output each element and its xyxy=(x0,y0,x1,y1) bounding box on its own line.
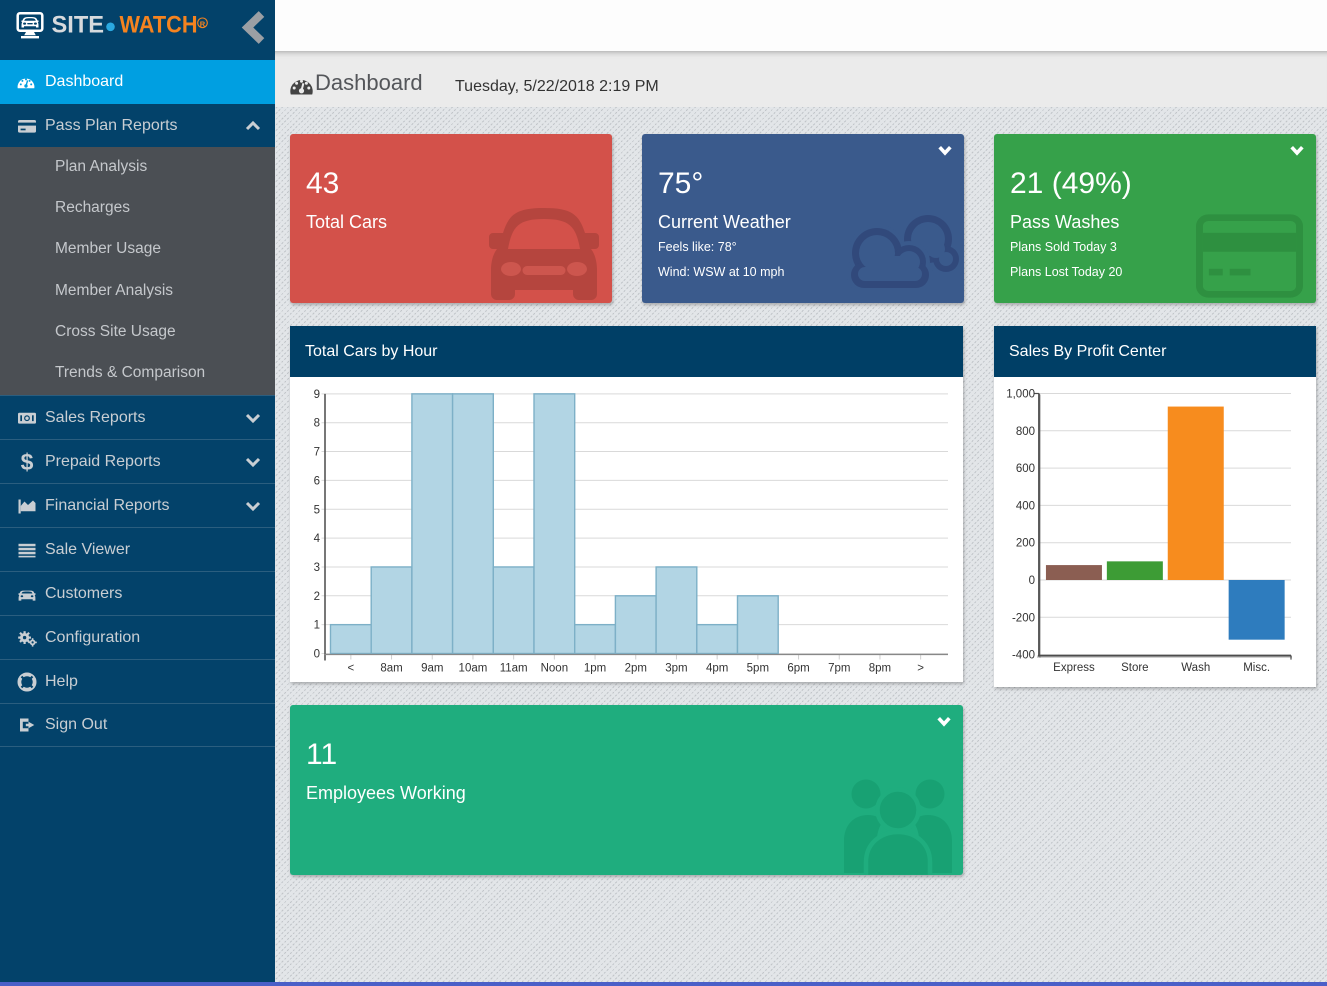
svg-text:2pm: 2pm xyxy=(625,663,647,675)
svg-text:600: 600 xyxy=(1016,463,1035,475)
svg-text:-400: -400 xyxy=(1012,650,1035,662)
svg-text:<: < xyxy=(347,663,354,675)
svg-text:1pm: 1pm xyxy=(584,663,606,675)
svg-text:7pm: 7pm xyxy=(828,663,850,675)
svg-text:1: 1 xyxy=(314,620,320,632)
svg-text:400: 400 xyxy=(1016,500,1035,512)
svg-text:0: 0 xyxy=(1029,575,1035,587)
svg-text:Store: Store xyxy=(1121,662,1149,674)
svg-text:1,000: 1,000 xyxy=(1006,389,1035,401)
svg-text:6: 6 xyxy=(314,475,320,487)
svg-text:>: > xyxy=(917,663,924,675)
svg-text:Express: Express xyxy=(1053,662,1095,674)
svg-text:2: 2 xyxy=(314,591,320,603)
svg-text:Noon: Noon xyxy=(541,663,569,675)
svg-text:5: 5 xyxy=(314,504,320,516)
svg-text:3: 3 xyxy=(314,562,320,574)
svg-text:8am: 8am xyxy=(380,663,402,675)
svg-text:7: 7 xyxy=(314,447,320,459)
svg-text:R: R xyxy=(200,19,206,28)
svg-text:SITE: SITE xyxy=(52,12,105,39)
svg-text:3pm: 3pm xyxy=(665,663,687,675)
svg-text:Wash: Wash xyxy=(1181,662,1210,674)
svg-text:6pm: 6pm xyxy=(787,663,809,675)
svg-text:800: 800 xyxy=(1016,426,1035,438)
svg-text:-200: -200 xyxy=(1012,612,1035,624)
svg-text:9: 9 xyxy=(314,389,320,401)
svg-text:5pm: 5pm xyxy=(747,663,769,675)
svg-text:4pm: 4pm xyxy=(706,663,728,675)
svg-text:200: 200 xyxy=(1016,538,1035,550)
svg-text:WATCH: WATCH xyxy=(120,12,198,39)
svg-text:8: 8 xyxy=(314,418,320,430)
svg-text:Misc.: Misc. xyxy=(1243,662,1270,674)
svg-text:11am: 11am xyxy=(500,663,528,675)
svg-text:9am: 9am xyxy=(421,663,443,675)
svg-text:10am: 10am xyxy=(459,663,488,675)
svg-text:0: 0 xyxy=(314,649,320,661)
svg-text:8pm: 8pm xyxy=(869,663,891,675)
svg-text:4: 4 xyxy=(314,533,321,545)
